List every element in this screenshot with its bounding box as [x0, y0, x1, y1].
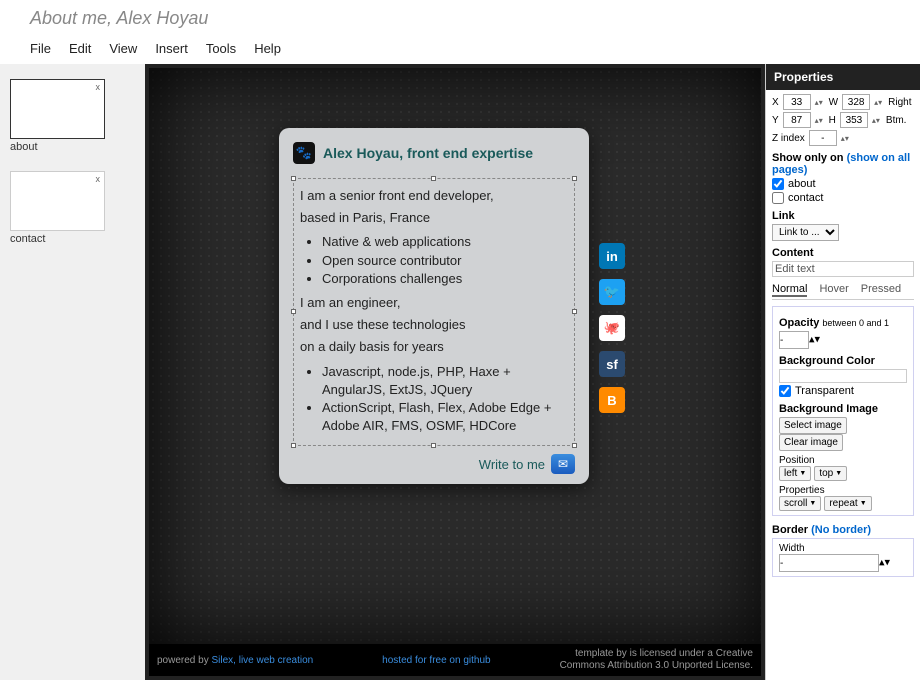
transparent-label: Transparent	[795, 385, 854, 397]
footer-text: powered by	[157, 655, 209, 666]
z-input[interactable]	[809, 130, 837, 146]
h-input[interactable]	[840, 112, 868, 128]
content-section-label: Content	[772, 247, 914, 259]
resize-handle[interactable]	[572, 309, 577, 314]
properties-panel: Properties X ▴▾ W ▴▾ Right Y ▴▾ H ▴▾ Btm…	[765, 64, 920, 680]
footer-text: Commons Attribution 3.0 Unported License…	[560, 660, 753, 671]
tab-pressed[interactable]: Pressed	[861, 283, 901, 297]
x-input[interactable]	[783, 94, 811, 110]
list-item: Corporations challenges	[322, 270, 572, 288]
list-item: Native & web applications	[322, 233, 572, 251]
right-label: Right	[888, 97, 911, 108]
close-icon[interactable]: x	[96, 82, 101, 92]
w-input[interactable]	[842, 94, 870, 110]
app-title: About me, Alex Hoyau	[30, 8, 890, 29]
border-width-input[interactable]	[779, 554, 879, 572]
resize-handle[interactable]	[431, 443, 436, 448]
contact-check-label: contact	[788, 192, 823, 204]
edit-text-field[interactable]: Edit text	[772, 261, 914, 277]
select-image-button[interactable]: Select image	[779, 417, 847, 434]
w-label: W	[829, 97, 838, 108]
menu-bar: File Edit View Insert Tools Help	[0, 35, 920, 64]
list-item: ActionScript, Flash, Flex, Adobe Edge + …	[322, 399, 572, 435]
properties-header: Properties	[766, 64, 920, 90]
resize-handle[interactable]	[291, 309, 296, 314]
menu-file[interactable]: File	[30, 41, 51, 56]
footer-text: template by	[575, 648, 627, 659]
content-card[interactable]: 🐾 Alex Hoyau, front end expertise I am a…	[279, 128, 589, 484]
footer-text: is licensed under a Creative	[630, 648, 753, 659]
about-check-label: about	[788, 178, 816, 190]
resize-handle[interactable]	[291, 443, 296, 448]
close-icon[interactable]: x	[96, 174, 101, 184]
scroll-select[interactable]: scroll▼	[779, 496, 821, 511]
menu-edit[interactable]: Edit	[69, 41, 91, 56]
clear-image-button[interactable]: Clear image	[779, 434, 843, 451]
x-label: X	[772, 97, 779, 108]
menu-insert[interactable]: Insert	[155, 41, 188, 56]
h-label: H	[829, 115, 836, 126]
list-item: Open source contributor	[322, 252, 572, 270]
position-top-select[interactable]: top▼	[814, 466, 847, 481]
width-label: Width	[779, 543, 907, 554]
repeat-select[interactable]: repeat▼	[824, 496, 871, 511]
canvas-footer: powered by Silex, live web creation host…	[149, 644, 761, 676]
card-title: Alex Hoyau, front end expertise	[323, 145, 533, 161]
linkedin-icon[interactable]: in	[599, 243, 625, 269]
editor-canvas[interactable]: 🐾 Alex Hoyau, front end expertise I am a…	[149, 68, 761, 644]
bgimage-label: Background Image	[779, 403, 907, 415]
no-border-link[interactable]: (No border)	[811, 524, 871, 536]
about-checkbox[interactable]	[772, 178, 784, 190]
contact-checkbox[interactable]	[772, 192, 784, 204]
link-section-label: Link	[772, 210, 914, 222]
position-left-select[interactable]: left▼	[779, 466, 811, 481]
menu-help[interactable]: Help	[254, 41, 281, 56]
paw-icon: 🐾	[293, 142, 315, 164]
twitter-icon[interactable]: 🐦	[599, 279, 625, 305]
opacity-input[interactable]	[779, 331, 809, 349]
body-text: and I use these technologies	[296, 314, 572, 336]
bgcolor-label: Background Color	[779, 355, 907, 367]
border-label: Border	[772, 524, 808, 536]
bgcolor-swatch[interactable]	[779, 369, 907, 383]
transparent-checkbox[interactable]	[779, 385, 791, 397]
body-text: I am a senior front end developer,	[296, 185, 572, 207]
sourceforge-icon[interactable]: sf	[599, 351, 625, 377]
btm-label: Btm.	[886, 115, 907, 126]
menu-tools[interactable]: Tools	[206, 41, 236, 56]
github-icon[interactable]: 🐙	[599, 315, 625, 341]
link-to-select[interactable]: Link to ...	[772, 224, 839, 241]
blogger-icon[interactable]: B	[599, 387, 625, 413]
resize-handle[interactable]	[572, 443, 577, 448]
opacity-label: Opacity	[779, 317, 819, 329]
tab-hover[interactable]: Hover	[819, 283, 848, 297]
page-thumb-about[interactable]: x	[10, 79, 105, 139]
show-only-label: Show only on	[772, 152, 844, 164]
body-text: on a daily basis for years	[296, 336, 572, 358]
z-label: Z index	[772, 133, 805, 144]
bg-properties-label: Properties	[779, 485, 907, 496]
github-link[interactable]: hosted for free on github	[382, 655, 490, 666]
page-label-contact: contact	[10, 233, 135, 245]
resize-handle[interactable]	[431, 176, 436, 181]
y-label: Y	[772, 115, 779, 126]
menu-view[interactable]: View	[109, 41, 137, 56]
mail-icon[interactable]: ✉	[551, 454, 575, 474]
resize-handle[interactable]	[291, 176, 296, 181]
opacity-hint: between 0 and 1	[822, 318, 889, 328]
body-text: I am an engineer,	[296, 292, 572, 314]
y-input[interactable]	[783, 112, 811, 128]
position-label: Position	[779, 455, 907, 466]
list-item: Javascript, node.js, PHP, Haxe + Angular…	[322, 363, 572, 399]
silex-link[interactable]: Silex, live web creation	[211, 655, 313, 666]
pages-panel: x about x contact	[0, 64, 145, 680]
page-label-about: about	[10, 141, 135, 153]
body-text: based in Paris, France	[296, 207, 572, 229]
write-to-me-link[interactable]: Write to me	[479, 457, 545, 472]
tab-normal[interactable]: Normal	[772, 283, 807, 297]
page-thumb-contact[interactable]: x	[10, 171, 105, 231]
resize-handle[interactable]	[572, 176, 577, 181]
selected-text-block[interactable]: I am a senior front end developer, based…	[293, 178, 575, 446]
